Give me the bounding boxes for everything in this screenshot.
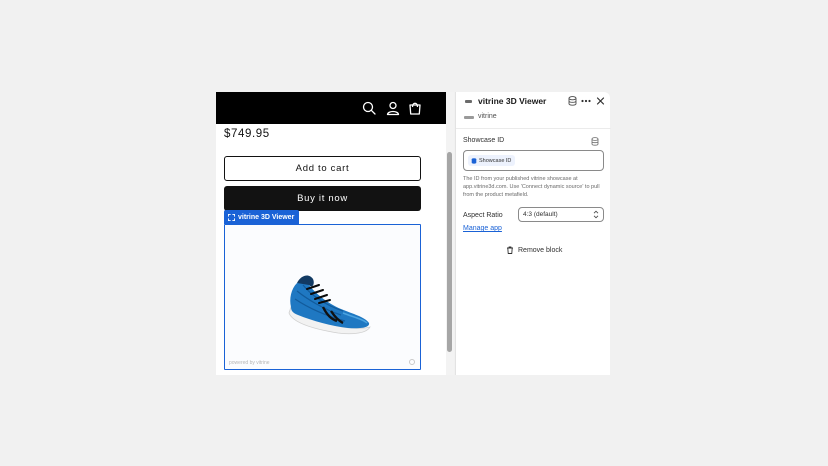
more-icon[interactable] (581, 96, 591, 106)
remove-block-button[interactable]: Remove block (506, 244, 562, 256)
powered-by-label: powered by vitrine (229, 360, 270, 366)
connect-dynamic-source-icon[interactable] (591, 137, 599, 146)
buy-now-button[interactable]: Buy it now (224, 186, 421, 211)
product-price: $749.95 (224, 128, 270, 140)
showcase-id-label: Showcase ID (463, 137, 505, 144)
showcase-id-field[interactable]: Showcase ID (463, 150, 604, 171)
store-header (216, 92, 446, 124)
3d-viewer-frame[interactable]: powered by vitrine (224, 224, 421, 370)
vitrine-logo-icon (464, 116, 474, 119)
search-icon[interactable] (361, 100, 377, 116)
account-icon[interactable] (385, 100, 401, 116)
database-icon (471, 157, 477, 164)
chevron-updown-icon (593, 210, 599, 219)
add-to-cart-button[interactable]: Add to cart (224, 156, 421, 181)
block-tag-label: vitrine 3D Viewer (238, 213, 295, 221)
showcase-help-text: The ID from your published vitrine showc… (463, 176, 600, 198)
block-settings-panel: vitrine 3D Viewer vitrine Showcase ID Sh… (455, 92, 611, 375)
manage-app-link[interactable]: Manage app (463, 225, 502, 232)
close-icon[interactable] (596, 96, 605, 106)
aspect-ratio-select[interactable]: 4:3 (default) (518, 207, 604, 222)
shoe-3d-model[interactable] (283, 263, 375, 337)
expand-icon (228, 213, 235, 221)
dynamic-source-chip[interactable]: Showcase ID (468, 155, 516, 166)
trash-icon (507, 246, 513, 254)
storefront-preview: $749.95 Add to cart Buy it now vitrine 3… (216, 92, 454, 375)
panel-subtitle: vitrine (478, 113, 497, 120)
selected-block-tag[interactable]: vitrine 3D Viewer (224, 210, 300, 224)
divider (456, 128, 611, 129)
cart-icon[interactable] (407, 100, 423, 116)
remove-block-label: Remove block (518, 246, 563, 254)
scrollbar-thumb[interactable] (447, 152, 452, 352)
app-logo-icon (465, 100, 472, 103)
aspect-ratio-value: 4:3 (default) (523, 211, 558, 218)
aspect-ratio-label: Aspect Ratio (463, 212, 503, 219)
database-icon[interactable] (568, 96, 577, 106)
showcase-id-value: Showcase ID (479, 157, 512, 164)
panel-header: vitrine 3D Viewer (456, 92, 611, 110)
info-icon[interactable] (409, 359, 415, 365)
panel-title: vitrine 3D Viewer (478, 96, 547, 106)
